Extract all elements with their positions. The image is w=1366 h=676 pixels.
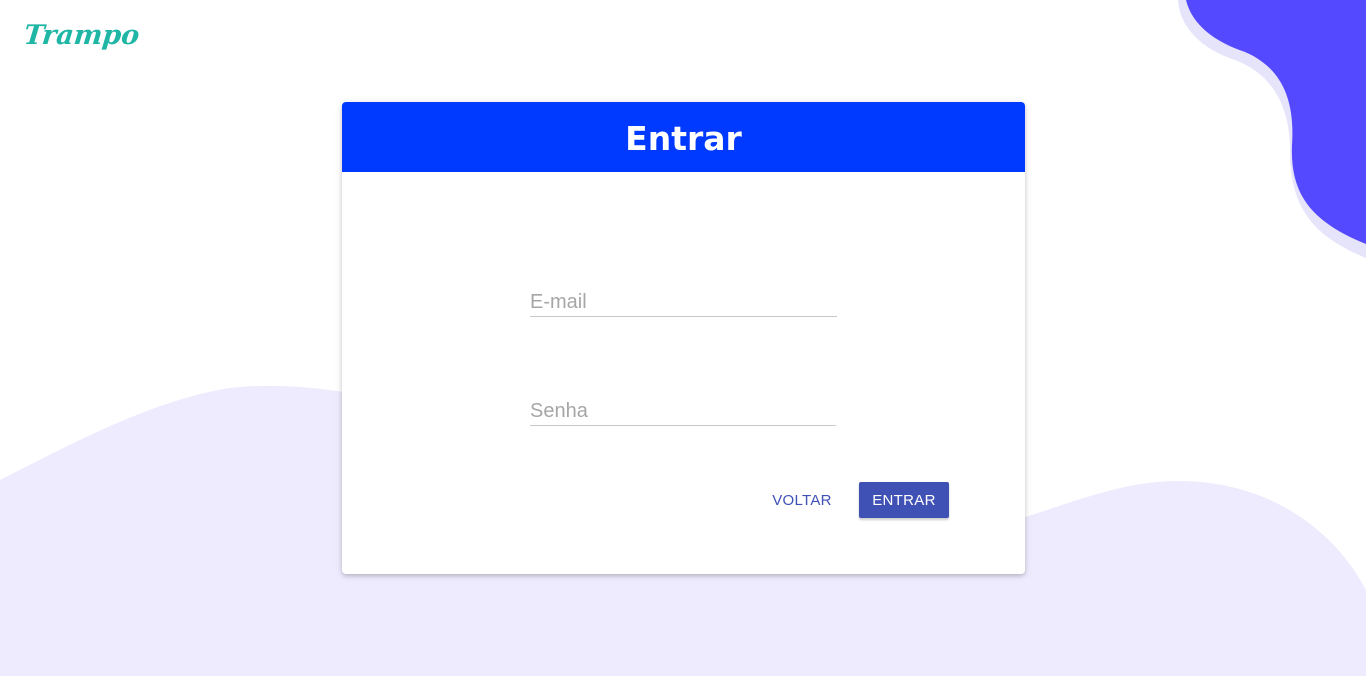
password-field[interactable] [530, 391, 836, 426]
login-page: Trampo Entrar VOLTAR ENTRAR [0, 0, 1366, 676]
login-card-header: Entrar [342, 102, 1025, 172]
email-field[interactable] [530, 282, 837, 317]
password-input[interactable] [530, 391, 836, 425]
login-card: Entrar VOLTAR ENTRAR [342, 102, 1025, 574]
login-submit-button[interactable]: ENTRAR [859, 482, 949, 518]
page-title: Entrar [625, 118, 742, 158]
back-button[interactable]: VOLTAR [760, 482, 844, 518]
trampo-logo[interactable]: Trampo [22, 20, 141, 51]
email-input[interactable] [530, 282, 837, 316]
